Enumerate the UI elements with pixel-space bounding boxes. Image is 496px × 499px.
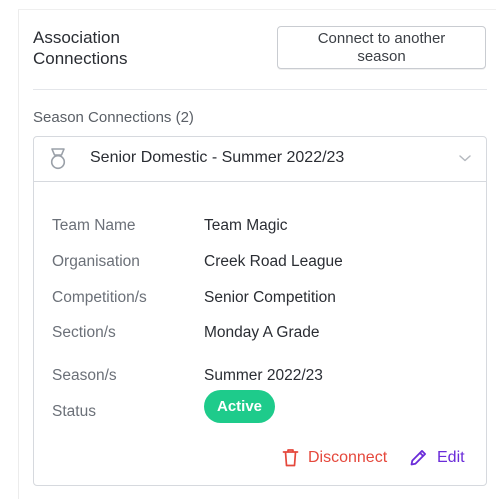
section-label: Section/s xyxy=(52,324,116,341)
medal-icon xyxy=(49,148,67,170)
section-value: Monday A Grade xyxy=(204,324,320,341)
team-name-value: Team Magic xyxy=(204,217,288,234)
chevron-down-icon[interactable] xyxy=(458,153,472,163)
season-value: Summer 2022/23 xyxy=(204,367,323,384)
season-connection-card: Senior Domestic - Summer 2022/23 Team Na… xyxy=(33,136,487,486)
connect-another-season-button[interactable]: Connect to another season xyxy=(277,26,486,69)
team-name-label: Team Name xyxy=(52,217,136,234)
status-label: Status xyxy=(52,403,96,420)
disconnect-button[interactable]: Disconnect xyxy=(282,448,387,467)
trash-icon xyxy=(282,448,299,467)
season-connection-header[interactable]: Senior Domestic - Summer 2022/23 xyxy=(34,137,486,182)
organisation-value: Creek Road League xyxy=(204,253,343,270)
competition-value: Senior Competition xyxy=(204,289,336,306)
association-connections-panel: Association Connections Connect to anoth… xyxy=(18,10,496,499)
edit-button[interactable]: Edit xyxy=(409,448,465,467)
status-badge: Active xyxy=(204,390,276,423)
competition-label: Competition/s xyxy=(52,289,147,306)
connect-another-season-label: Connect to another season xyxy=(317,29,446,65)
season-connections-label: Season Connections (2) xyxy=(33,109,194,126)
organisation-label: Organisation xyxy=(52,253,140,270)
edit-label: Edit xyxy=(437,448,465,466)
panel-title: Association Connections xyxy=(33,28,128,68)
disconnect-label: Disconnect xyxy=(308,448,388,466)
pencil-icon xyxy=(409,448,428,467)
season-label: Season/s xyxy=(52,367,117,384)
season-connection-title: Senior Domestic - Summer 2022/23 xyxy=(90,149,345,166)
header-divider xyxy=(33,89,487,90)
